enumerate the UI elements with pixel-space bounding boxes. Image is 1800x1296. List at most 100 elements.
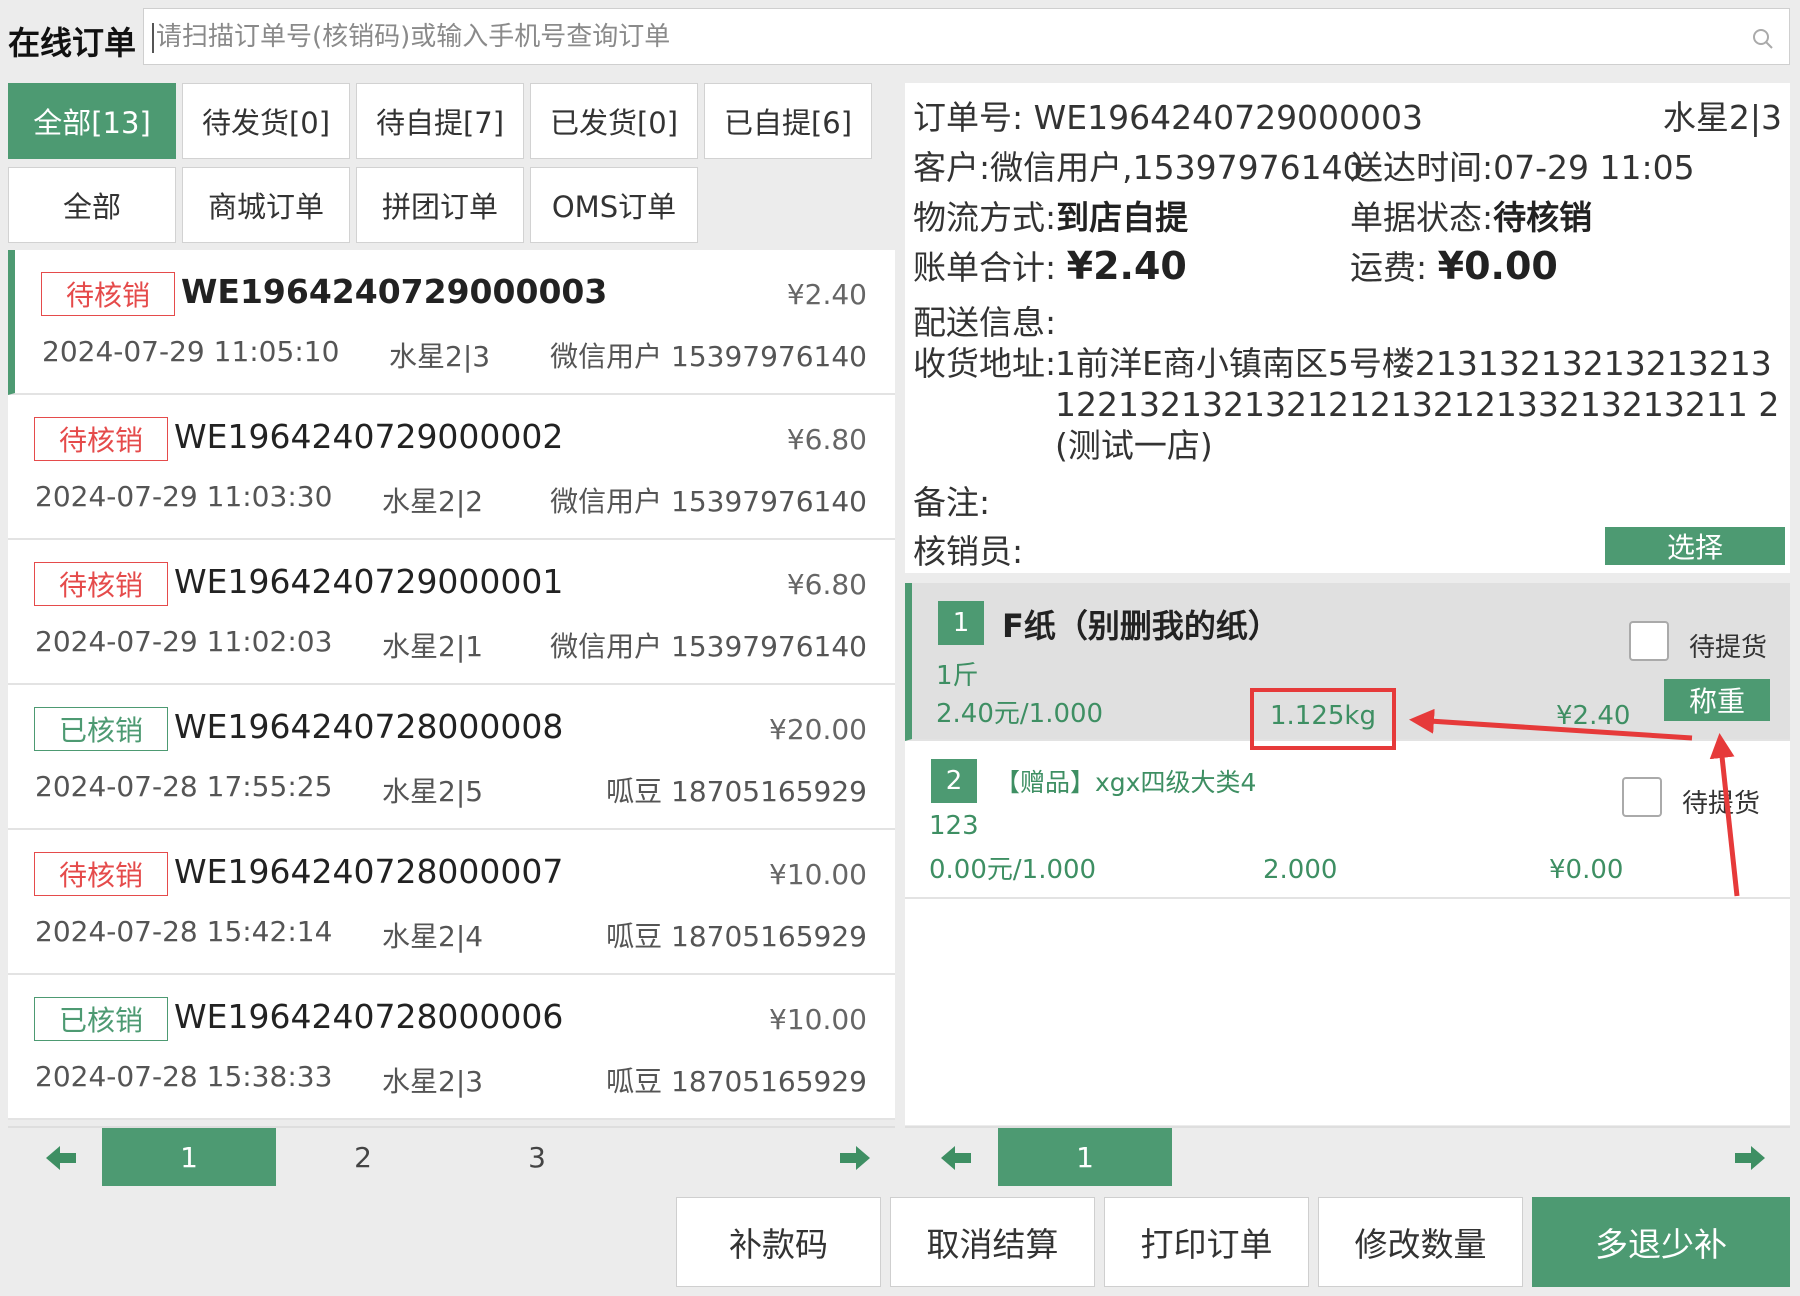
search-icon[interactable] — [1751, 27, 1775, 51]
item-subtotal: ¥2.40 — [1556, 701, 1631, 731]
order-amount: ¥10.00 — [769, 858, 867, 891]
detail-delivery-info: 配送信息: — [913, 303, 1057, 342]
pickup-label: 待提货 — [1682, 789, 1761, 819]
item-name: F纸（别删我的纸） — [1002, 607, 1280, 645]
page-1[interactable]: 1 — [102, 1128, 276, 1186]
annotation-highlight-box — [1250, 688, 1396, 750]
order-row[interactable]: 已核销 WE1964240728000008 ¥20.00 2024-07-28… — [8, 685, 895, 830]
order-row[interactable]: 待核销 WE1964240729000003 ¥2.40 2024-07-29 … — [8, 250, 895, 395]
order-amount: ¥20.00 — [769, 713, 867, 746]
order-amount: ¥6.80 — [786, 568, 867, 601]
order-time: 2024-07-28 15:38:33 — [35, 1060, 333, 1093]
detail-freight: 运费: ¥0.00 — [1350, 244, 1558, 288]
pickup-checkbox[interactable] — [1629, 621, 1669, 661]
order-items-panel: 1 F纸（别删我的纸） 1斤 2.40元/1.000 1.125kg ¥2.40… — [905, 583, 1790, 1125]
order-customer: 呱豆 18705165929 — [606, 1065, 867, 1098]
page-3[interactable]: 3 — [450, 1128, 624, 1186]
modify-quantity-button[interactable]: 修改数量 — [1318, 1197, 1523, 1287]
detail-logistics: 物流方式:到店自提 — [913, 198, 1189, 237]
order-number: WE1964240728000008 — [174, 707, 564, 746]
order-time: 2024-07-28 17:55:25 — [35, 770, 333, 803]
order-time: 2024-07-28 15:42:14 — [35, 915, 333, 948]
payment-code-button[interactable]: 补款码 — [676, 1197, 881, 1287]
page-2[interactable]: 2 — [276, 1128, 450, 1186]
item-qty: 2.000 — [1263, 855, 1338, 885]
order-seat: 水星2|1 — [382, 630, 484, 663]
print-order-button[interactable]: 打印订单 — [1104, 1197, 1309, 1287]
order-customer: 微信用户 15397976140 — [550, 485, 867, 518]
order-amount: ¥6.80 — [786, 423, 867, 456]
select-verifier-button[interactable]: 选择 — [1605, 527, 1785, 565]
order-time: 2024-07-29 11:03:30 — [35, 480, 333, 513]
tab-all-status[interactable]: 全部[13] — [8, 83, 176, 159]
order-number: WE1964240729000002 — [174, 417, 564, 456]
cancel-settlement-button[interactable]: 取消结算 — [890, 1197, 1095, 1287]
page-title: 在线订单 — [8, 24, 137, 62]
detail-order-no: 订单号: WE1964240729000003 — [913, 98, 1424, 137]
order-seat: 水星2|4 — [382, 920, 484, 953]
order-amount: ¥10.00 — [769, 1003, 867, 1036]
order-row[interactable]: 待核销 WE1964240729000002 ¥6.80 2024-07-29 … — [8, 395, 895, 540]
order-seat: 水星2|3 — [389, 340, 491, 373]
order-number: WE1964240728000007 — [174, 852, 564, 891]
tab-type-mall[interactable]: 商城订单 — [182, 167, 350, 243]
status-badge: 待核销 — [34, 417, 168, 461]
item-price: 0.00元/1.000 — [929, 855, 1097, 885]
order-seat: 水星2|5 — [382, 775, 484, 808]
order-number: WE1964240728000006 — [174, 997, 564, 1036]
status-badge: 待核销 — [34, 562, 168, 606]
search-box[interactable] — [143, 8, 1790, 65]
weigh-button[interactable]: 称重 — [1664, 679, 1770, 721]
detail-address: 收货地址: 1前洋E商小镇南区5号楼2131321321321321312213… — [913, 344, 1780, 465]
detail-doc-status: 单据状态:待核销 — [1350, 198, 1593, 237]
arrow-right-icon[interactable] — [1729, 1138, 1769, 1178]
order-number: WE1964240729000003 — [181, 272, 608, 311]
order-pager: 1 2 3 — [8, 1126, 895, 1186]
order-seat: 水星2|2 — [382, 485, 484, 518]
tab-type-oms[interactable]: OMS订单 — [530, 167, 698, 243]
tab-to-pickup[interactable]: 待自提[7] — [356, 83, 524, 159]
arrow-left-icon[interactable] — [937, 1138, 977, 1178]
detail-verifier: 核销员: — [913, 532, 1024, 571]
detail-customer: 客户:微信用户,15397976140 — [913, 148, 1364, 187]
detail-bill-total: 账单合计: ¥2.40 — [913, 244, 1187, 288]
status-badge: 待核销 — [41, 272, 175, 316]
arrow-right-icon[interactable] — [834, 1138, 874, 1178]
pickup-checkbox[interactable] — [1622, 777, 1662, 817]
item-page-1[interactable]: 1 — [998, 1128, 1172, 1186]
order-list: 待核销 WE1964240729000003 ¥2.40 2024-07-29 … — [8, 250, 895, 1120]
refund-adjust-button[interactable]: 多退少补 — [1532, 1197, 1790, 1287]
item-price: 2.40元/1.000 — [936, 699, 1104, 729]
pickup-label: 待提货 — [1689, 633, 1768, 663]
status-badge: 已核销 — [34, 997, 168, 1041]
detail-delivery-time: 送达时间:07-29 11:05 — [1350, 148, 1695, 187]
search-input[interactable] — [156, 17, 1736, 57]
item-name: 【赠品】xgx四级大类4 — [995, 768, 1257, 797]
tab-shipped[interactable]: 已发货[0] — [530, 83, 698, 159]
item-unit: 1斤 — [936, 661, 979, 691]
status-badge: 待核销 — [34, 852, 168, 896]
order-seat: 水星2|3 — [382, 1065, 484, 1098]
tab-to-ship[interactable]: 待发货[0] — [182, 83, 350, 159]
arrow-left-icon[interactable] — [42, 1138, 82, 1178]
order-amount: ¥2.40 — [786, 278, 867, 311]
item-row[interactable]: 2 【赠品】xgx四级大类4 123 0.00元/1.000 2.000 ¥0.… — [905, 741, 1790, 899]
order-customer: 微信用户 15397976140 — [550, 340, 867, 373]
order-row[interactable]: 已核销 WE1964240728000006 ¥10.00 2024-07-28… — [8, 975, 895, 1120]
order-customer: 呱豆 18705165929 — [606, 920, 867, 953]
item-index: 1 — [938, 601, 984, 645]
order-time: 2024-07-29 11:02:03 — [35, 625, 333, 658]
tab-type-all[interactable]: 全部 — [8, 167, 176, 243]
item-subtotal: ¥0.00 — [1549, 855, 1624, 885]
item-pager: 1 — [905, 1126, 1790, 1186]
order-customer: 微信用户 15397976140 — [550, 630, 867, 663]
order-row[interactable]: 待核销 WE1964240728000007 ¥10.00 2024-07-28… — [8, 830, 895, 975]
tab-picked-up[interactable]: 已自提[6] — [704, 83, 872, 159]
item-unit: 123 — [929, 811, 979, 841]
order-number: WE1964240729000001 — [174, 562, 564, 601]
order-row[interactable]: 待核销 WE1964240729000001 ¥6.80 2024-07-29 … — [8, 540, 895, 685]
order-customer: 呱豆 18705165929 — [606, 775, 867, 808]
tab-type-group[interactable]: 拼团订单 — [356, 167, 524, 243]
order-detail-panel: 订单号: WE1964240729000003 水星2|3 客户:微信用户,15… — [905, 83, 1790, 573]
order-time: 2024-07-29 11:05:10 — [42, 335, 340, 368]
